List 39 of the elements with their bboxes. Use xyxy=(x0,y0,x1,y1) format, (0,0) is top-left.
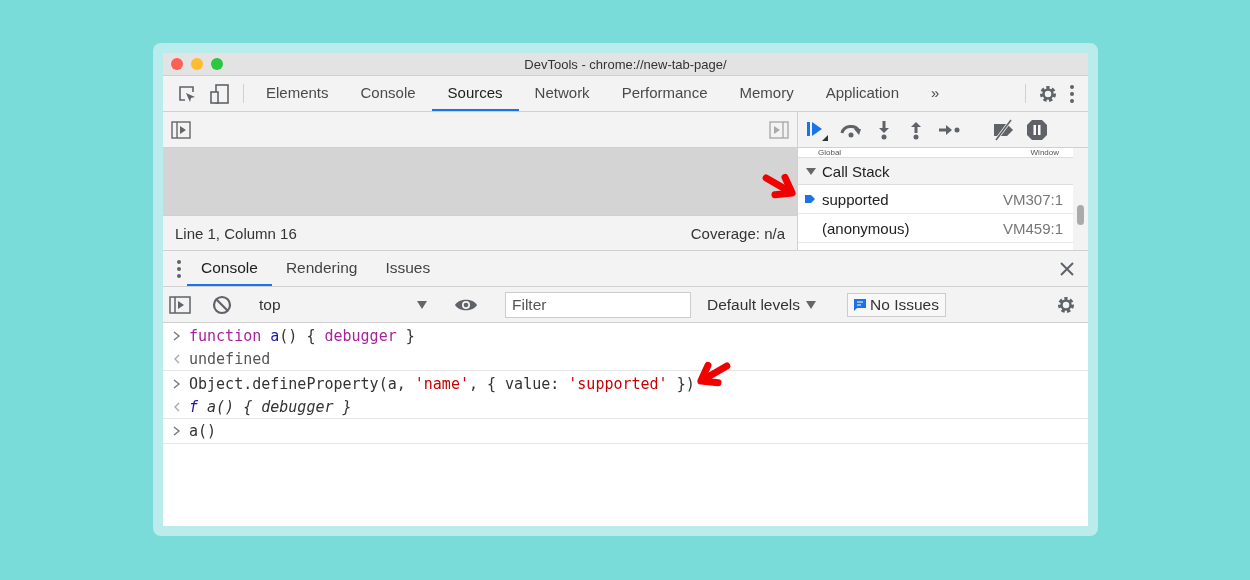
log-levels-dropdown[interactable]: Default levels xyxy=(701,294,823,315)
issues-button[interactable]: No Issues xyxy=(847,292,946,317)
sidebar-toggle-icon[interactable] xyxy=(169,295,191,314)
command-text: function a() { debugger } xyxy=(189,326,415,345)
prompt-icon xyxy=(173,378,181,389)
panel-tab[interactable]: Elements xyxy=(250,76,345,111)
caret-icon xyxy=(417,300,427,309)
result-icon xyxy=(173,354,181,364)
command-text: Object.defineProperty(a, 'name', { value: 'supported' }) xyxy=(189,374,695,393)
panel-tab[interactable]: Network xyxy=(518,76,606,111)
caret-icon xyxy=(806,300,817,309)
drawer-tab[interactable]: Issues xyxy=(371,251,445,286)
result-text: undefined xyxy=(189,350,271,368)
panel-tab[interactable]: Performance xyxy=(605,76,724,111)
context-dropdown[interactable]: top xyxy=(253,291,433,318)
result-text: f a() { debugger } xyxy=(189,398,352,416)
window-title: DevTools - chrome://new-tab-page/ xyxy=(524,56,727,72)
scrollbar-thumb[interactable] xyxy=(1077,205,1084,225)
prompt-icon xyxy=(173,330,181,341)
debugger-toggle-icon[interactable] xyxy=(769,120,789,139)
scope-name: Global xyxy=(818,148,842,157)
disclosure-triangle-icon xyxy=(806,166,816,176)
navigator-toggle-icon[interactable] xyxy=(171,120,191,139)
result-icon xyxy=(173,402,181,412)
scope-value: Window xyxy=(1030,148,1059,157)
pause-on-exceptions-icon[interactable] xyxy=(1025,117,1049,142)
prompt-icon xyxy=(173,426,181,436)
panel-tab[interactable]: Memory xyxy=(723,76,810,111)
call-stack-header[interactable]: Call Stack xyxy=(798,157,1073,185)
message-icon xyxy=(854,298,867,311)
panel-tab[interactable]: Console xyxy=(344,76,432,111)
clear-console-icon[interactable] xyxy=(212,294,232,315)
command-text: a() xyxy=(189,422,217,440)
filter-field[interactable]: Filter xyxy=(505,291,691,318)
drawer-tab[interactable]: Rendering xyxy=(271,251,372,286)
cursor-position: Line 1, Column 16 xyxy=(175,224,297,242)
more-tabs-button[interactable]: » xyxy=(915,76,956,111)
coverage-label: Coverage: n/a xyxy=(690,224,785,242)
panel-tab[interactable]: Application xyxy=(809,76,916,111)
